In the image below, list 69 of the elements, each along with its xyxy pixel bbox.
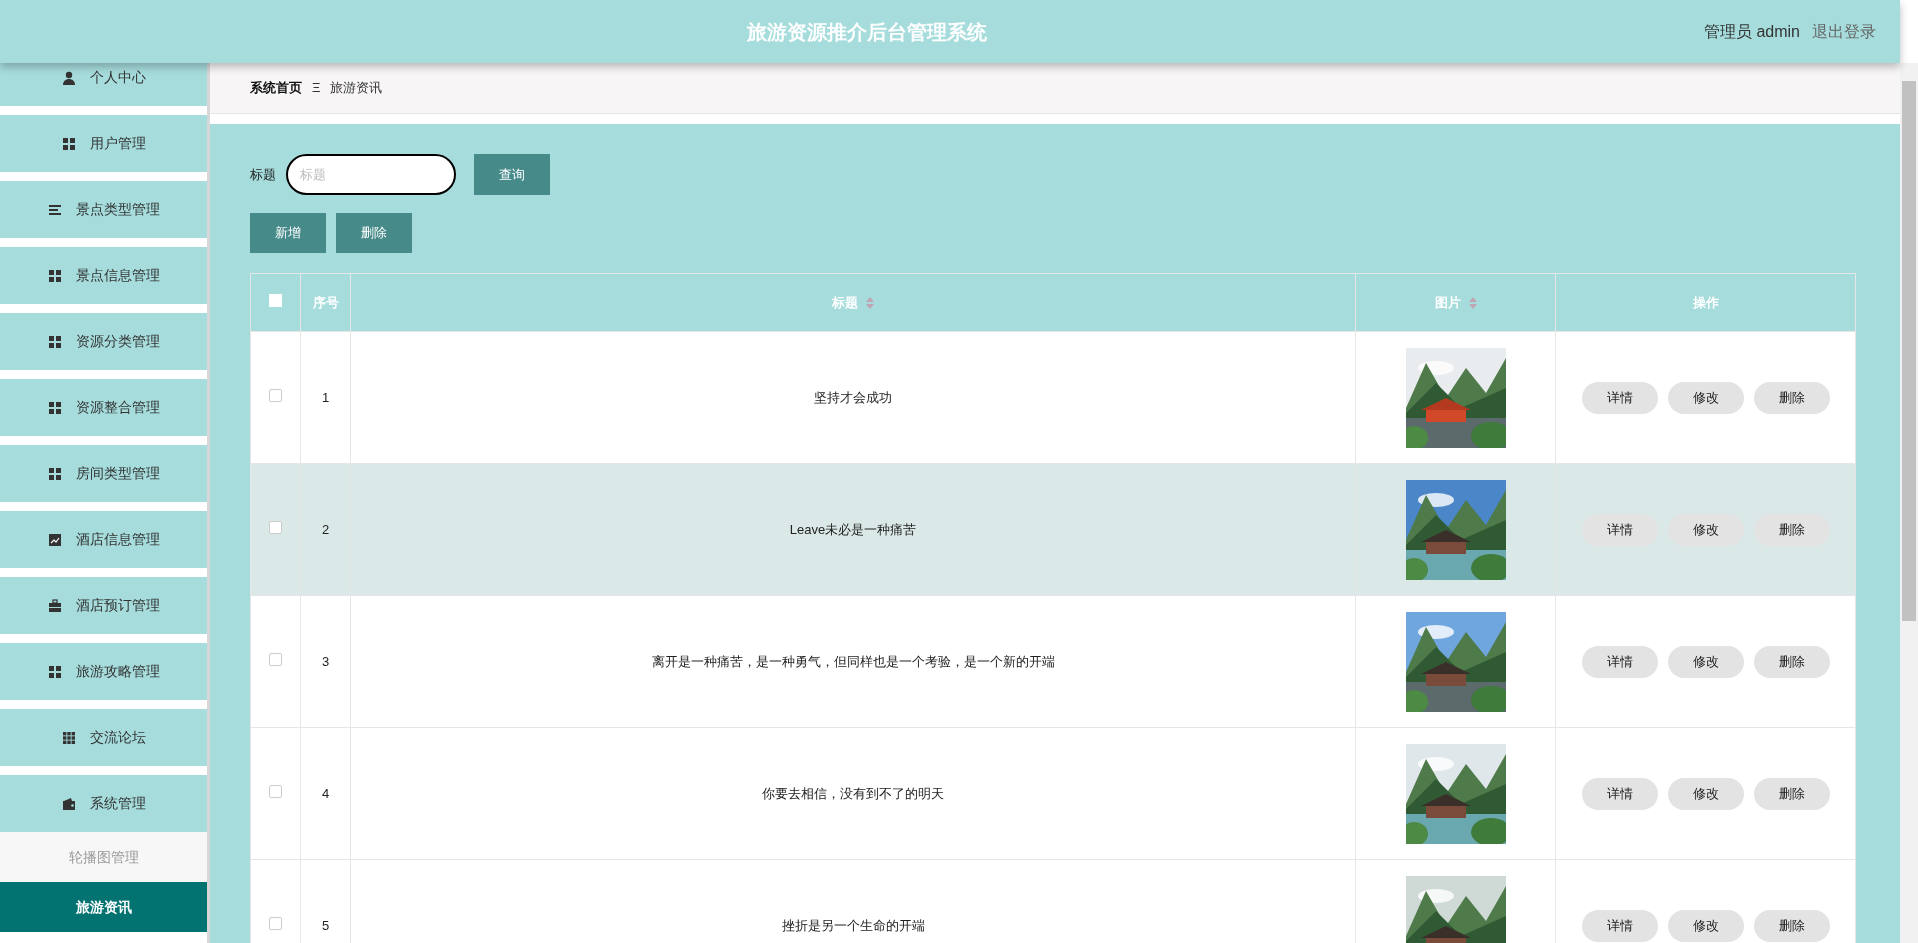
list-icon	[47, 202, 62, 217]
delete-button[interactable]: 删除	[336, 213, 412, 253]
grid-icon	[47, 466, 62, 481]
breadcrumb-home[interactable]: 系统首页	[250, 78, 302, 98]
grid-icon	[61, 136, 76, 151]
grid-icon	[47, 268, 62, 283]
title-cell: 你要去相信，没有到不了的明天	[350, 727, 1356, 860]
user-label: 管理员 admin	[1703, 21, 1800, 42]
search-label: 标题	[250, 165, 276, 184]
delete-button[interactable]: 删除	[1753, 513, 1830, 546]
sidebar-item[interactable]: 景点信息管理	[0, 247, 207, 304]
sidebar-item[interactable]: 景点类型管理	[0, 181, 207, 238]
detail-button[interactable]: 详情	[1581, 777, 1658, 810]
title-cell: 离开是一种痛苦，是一种勇气，但同样也是一个考验，是一个新的开端	[350, 595, 1356, 728]
detail-button[interactable]: 详情	[1581, 381, 1658, 414]
grid-icon	[61, 730, 76, 745]
query-button[interactable]: 查询	[474, 154, 550, 195]
row-checkbox[interactable]	[269, 784, 282, 798]
sidebar-item[interactable]: 用户管理	[0, 115, 207, 172]
briefcase-icon	[47, 598, 62, 613]
column-header: 序号	[300, 273, 351, 332]
edit-button[interactable]: 修改	[1667, 909, 1744, 942]
row-checkbox[interactable]	[269, 388, 282, 402]
sidebar-item[interactable]: 酒店预订管理	[0, 577, 207, 634]
detail-button[interactable]: 详情	[1581, 645, 1658, 678]
edit-button[interactable]: 修改	[1667, 645, 1744, 678]
delete-button[interactable]: 删除	[1753, 381, 1830, 414]
sidebar-item[interactable]: 个人中心	[0, 63, 207, 106]
logout-link[interactable]: 退出登录	[1812, 19, 1876, 44]
index-cell: 2	[300, 463, 351, 596]
select-all-checkbox[interactable]	[269, 293, 282, 307]
index-cell: 4	[300, 727, 351, 860]
grid-icon	[47, 664, 62, 679]
grid-icon	[47, 400, 62, 415]
sidebar-item[interactable]: 资源整合管理	[0, 379, 207, 436]
grid-icon	[47, 334, 62, 349]
sort-icon[interactable]	[866, 296, 874, 309]
title-cell: Leave未必是一种痛苦	[350, 463, 1356, 596]
row-checkbox[interactable]	[269, 916, 282, 930]
title-cell: 坚持才会成功	[350, 331, 1356, 464]
system-title: 旅游资源推介后台管理系统	[746, 19, 988, 45]
sidebar-item[interactable]: 酒店信息管理	[0, 511, 207, 568]
chart-icon	[47, 532, 62, 547]
sidebar-item[interactable]: 交流论坛	[0, 709, 207, 766]
wallet-icon	[61, 796, 76, 811]
person-icon	[61, 70, 76, 85]
edit-button[interactable]: 修改	[1667, 513, 1744, 546]
delete-button[interactable]: 删除	[1753, 645, 1830, 678]
edit-button[interactable]: 修改	[1667, 381, 1744, 414]
delete-button[interactable]: 删除	[1753, 909, 1830, 942]
row-checkbox[interactable]	[269, 652, 282, 666]
edit-button[interactable]: 修改	[1667, 777, 1744, 810]
index-cell: 1	[300, 331, 351, 464]
delete-button[interactable]: 删除	[1753, 777, 1830, 810]
add-button[interactable]: 新增	[250, 213, 326, 253]
detail-button[interactable]: 详情	[1581, 909, 1658, 942]
index-cell: 3	[300, 595, 351, 728]
sidebar-item[interactable]: 房间类型管理	[0, 445, 207, 502]
sidebar-item[interactable]: 资源分类管理	[0, 313, 207, 370]
row-checkbox[interactable]	[269, 520, 282, 534]
breadcrumb-separator: Ξ	[312, 79, 321, 98]
submenu-item[interactable]: 旅游资讯	[0, 882, 207, 932]
sidebar-item[interactable]: 系统管理	[0, 775, 207, 832]
column-header: 操作	[1555, 273, 1856, 332]
sidebar-item[interactable]: 旅游攻略管理	[0, 643, 207, 700]
sort-icon[interactable]	[1468, 296, 1477, 309]
search-field[interactable]: 标题	[286, 154, 456, 195]
breadcrumb-current: 旅游资讯	[330, 79, 383, 98]
detail-button[interactable]: 详情	[1581, 513, 1658, 546]
